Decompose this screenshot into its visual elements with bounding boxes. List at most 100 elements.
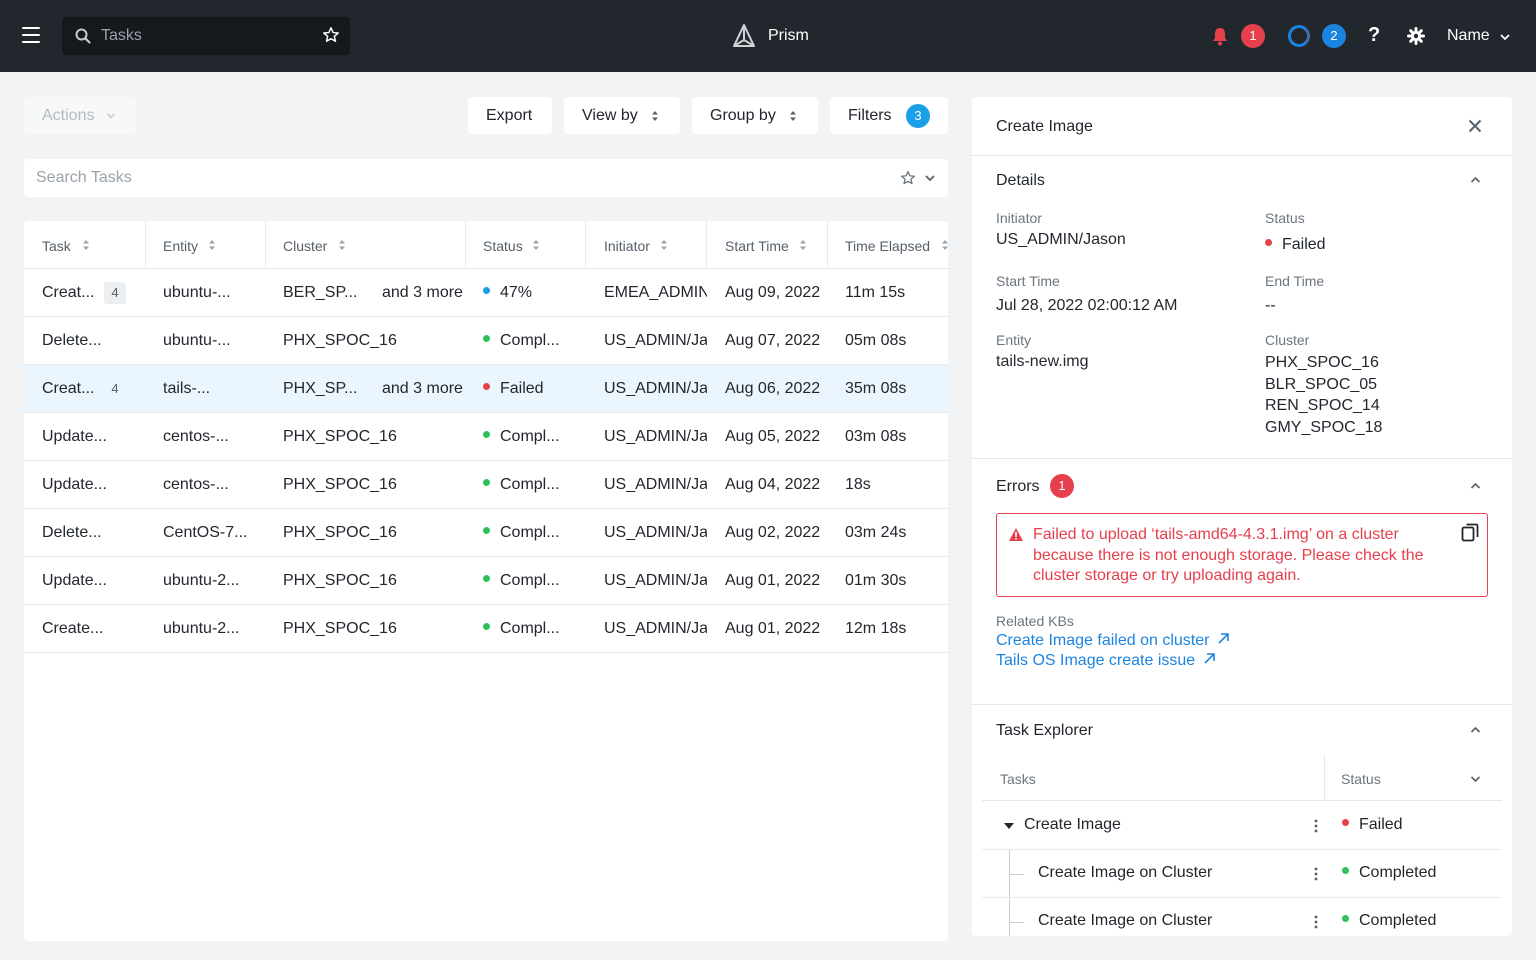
table-row[interactable]: Update... centos-... PHX_SPOC_16 Compl..… — [24, 413, 948, 461]
task-explorer-row[interactable]: Create Image on Cluster Completed — [982, 850, 1502, 898]
col-time-elapsed[interactable]: Time Elapsed — [827, 221, 948, 269]
chevron-down-icon[interactable] — [1470, 775, 1481, 783]
table-row[interactable]: Delete... ubuntu-... PHX_SPOC_16 Compl..… — [24, 317, 948, 365]
cell-task: Create... — [42, 620, 104, 637]
cluster-label: Cluster — [1265, 332, 1310, 348]
task-search-bar[interactable]: Search Tasks — [24, 159, 948, 197]
bell-icon[interactable] — [1211, 26, 1229, 46]
table-row-selected[interactable]: Creat... 4 tails-... PHX_SP... and 3 mor… — [24, 365, 948, 413]
col-entity[interactable]: Entity — [145, 221, 266, 269]
kb-link[interactable]: Create Image failed on cluster — [996, 632, 1230, 650]
col-status[interactable]: Status — [1341, 771, 1381, 787]
cell-start-time: Aug 01, 2022 — [725, 620, 821, 637]
kebab-icon[interactable] — [1314, 914, 1318, 930]
details-section-title[interactable]: Details — [996, 172, 1045, 190]
group-by-button[interactable]: Group by — [692, 97, 818, 134]
col-task[interactable]: Task — [24, 221, 146, 269]
brand[interactable]: Prism — [732, 22, 809, 50]
cell-start-time: Aug 07, 2022 — [725, 332, 821, 349]
entity-value: tails-new.img — [996, 353, 1089, 370]
help-icon[interactable]: ? — [1368, 24, 1380, 47]
cell-cluster-more[interactable]: and 3 more — [382, 365, 463, 413]
cell-start-time: Aug 02, 2022 — [725, 524, 821, 541]
errors-section-title[interactable]: Errors — [996, 478, 1040, 496]
caret-down-icon[interactable] — [1004, 823, 1014, 829]
end-time-value: -- — [1265, 297, 1276, 314]
task-explorer-row[interactable]: Create Image Failed — [982, 802, 1502, 850]
table-row[interactable]: Creat... 4 ubuntu-... BER_SP... and 3 mo… — [24, 269, 948, 317]
table-row[interactable]: Delete... CentOS-7... PHX_SPOC_16 Compl.… — [24, 509, 948, 557]
global-search[interactable]: Tasks — [62, 17, 350, 55]
kb-link[interactable]: Tails OS Image create issue — [996, 652, 1216, 670]
table-header: Task Entity Cluster Status Initiator Sta… — [24, 221, 948, 269]
external-link-icon — [1204, 653, 1216, 664]
task-search-input[interactable]: Search Tasks — [36, 169, 132, 187]
col-initiator[interactable]: Initiator — [586, 221, 707, 269]
status-dot — [1342, 819, 1349, 827]
kebab-icon[interactable] — [1314, 866, 1318, 882]
cell-status: Compl... — [483, 557, 560, 605]
status-dot — [483, 431, 490, 439]
status-dot — [1342, 915, 1349, 923]
status-dot — [1342, 867, 1349, 875]
menu-icon[interactable] — [22, 27, 40, 43]
star-icon[interactable] — [900, 170, 916, 186]
sort-icon — [661, 240, 667, 250]
kebab-icon[interactable] — [1314, 818, 1318, 834]
cell-cluster: PHX_SP... — [283, 380, 358, 397]
initiator-value: US_ADMIN/Jason — [996, 231, 1126, 248]
filters-button[interactable]: Filters 3 — [830, 97, 948, 134]
cell-status: Compl... — [483, 413, 560, 461]
cell-task: Delete... — [42, 524, 102, 541]
error-message-box: Failed to upload ‘tails-amd64-4.3.1.img’… — [996, 513, 1488, 597]
star-icon[interactable] — [322, 26, 340, 44]
cell-initiator: US_ADMIN/Ja — [604, 620, 707, 637]
filters-count-badge: 3 — [906, 104, 930, 128]
close-icon[interactable] — [1468, 119, 1482, 133]
cell-time-elapsed: 03m 08s — [845, 428, 907, 445]
view-by-button[interactable]: View by — [564, 97, 680, 134]
global-search-input[interactable]: Tasks — [101, 27, 142, 45]
export-button[interactable]: Export — [468, 97, 552, 134]
cell-cluster: PHX_SPOC_16 — [283, 524, 397, 541]
chevron-up-icon[interactable] — [1470, 482, 1481, 490]
table-row[interactable]: Update... ubuntu-2... PHX_SPOC_16 Compl.… — [24, 557, 948, 605]
cell-initiator: US_ADMIN/Ja — [604, 476, 707, 493]
tasks-count-badge[interactable]: 2 — [1322, 24, 1346, 48]
col-start-time[interactable]: Start Time — [707, 221, 828, 269]
start-time-value: Jul 28, 2022 02:00:12 AM — [996, 297, 1178, 314]
col-cluster[interactable]: Cluster — [265, 221, 466, 269]
sort-icon — [942, 240, 948, 250]
col-status[interactable]: Status — [465, 221, 586, 269]
actions-button[interactable]: Actions — [24, 97, 136, 134]
sort-icon — [533, 240, 539, 250]
cell-task: Update... — [42, 572, 107, 589]
table-row[interactable]: Update... centos-... PHX_SPOC_16 Compl..… — [24, 461, 948, 509]
cell-entity: ubuntu-... — [163, 284, 231, 301]
cell-time-elapsed: 03m 24s — [845, 524, 907, 541]
chevron-up-icon[interactable] — [1470, 176, 1481, 184]
table-row[interactable]: Create... ubuntu-2... PHX_SPOC_16 Compl.… — [24, 605, 948, 653]
cell-cluster: PHX_SPOC_16 — [283, 332, 397, 349]
user-menu[interactable]: Name — [1447, 27, 1490, 45]
gear-icon[interactable] — [1406, 26, 1426, 46]
cell-entity: centos-... — [163, 476, 229, 493]
sort-icon — [339, 240, 345, 250]
task-explorer-row[interactable]: Create Image on Cluster Completed — [982, 898, 1502, 936]
chevron-up-icon[interactable] — [1470, 726, 1481, 734]
chevron-down-icon[interactable] — [924, 173, 936, 183]
error-message: Failed to upload ‘tails-amd64-4.3.1.img’… — [1033, 526, 1424, 584]
tree-line — [1010, 874, 1024, 875]
cell-cluster-more[interactable]: and 3 more — [382, 269, 463, 317]
cell-task: Creat... — [42, 284, 95, 301]
copy-icon[interactable] — [1461, 523, 1479, 543]
status-dot — [483, 575, 490, 583]
task-explorer-section-title[interactable]: Task Explorer — [996, 722, 1093, 740]
spinner-icon[interactable] — [1288, 25, 1310, 47]
alerts-count-badge[interactable]: 1 — [1241, 24, 1265, 48]
subtask-name: Create Image — [1024, 816, 1121, 833]
chevron-down-icon[interactable] — [1499, 31, 1511, 43]
sort-icon — [652, 111, 658, 121]
status-value: Failed — [1265, 234, 1326, 256]
cell-start-time: Aug 06, 2022 — [725, 380, 821, 397]
